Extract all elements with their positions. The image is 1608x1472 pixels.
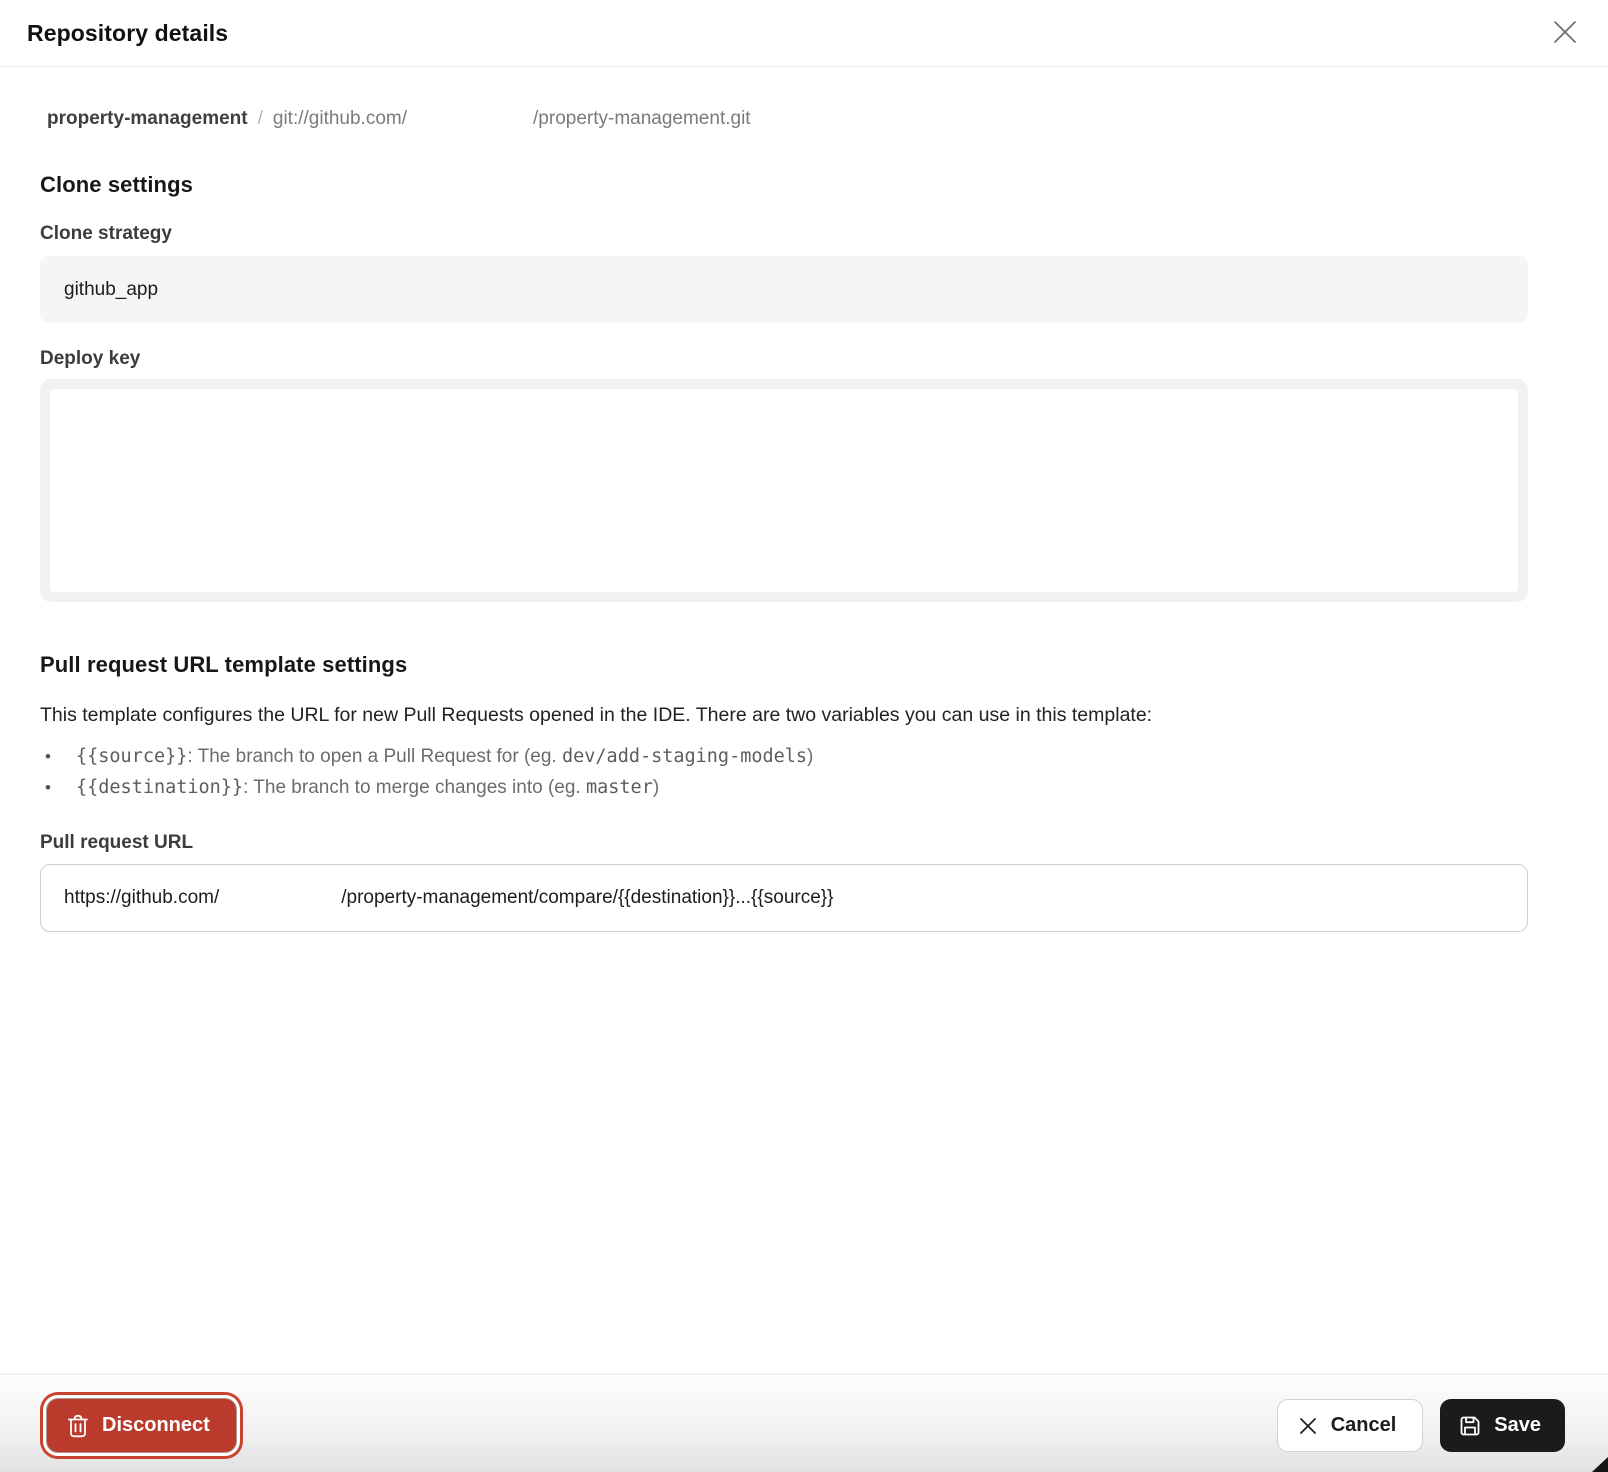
pr-variable-destination-suffix: )	[653, 777, 659, 798]
pr-variable-source-item: • {{source}}: The branch to open a Pull …	[40, 741, 1528, 772]
clone-strategy-label: Clone strategy	[40, 223, 1528, 245]
save-button-label: Save	[1494, 1414, 1541, 1437]
breadcrumb-git-url-suffix: /property-management.git	[533, 108, 751, 130]
breadcrumb: property-management / git://github.com/ …	[40, 67, 1528, 130]
clone-strategy-value: github_app	[64, 279, 158, 301]
cancel-button-label: Cancel	[1331, 1414, 1397, 1437]
pr-variable-destination-code: {{destination}}	[76, 777, 243, 798]
pr-variable-source-code: {{source}}	[76, 746, 187, 767]
pr-variable-source-example: dev/add-staging-models	[562, 746, 807, 767]
modal-header: Repository details	[0, 0, 1608, 67]
disconnect-button[interactable]: Disconnect	[47, 1399, 236, 1452]
pr-variable-source-suffix: )	[807, 746, 813, 767]
pr-template-variable-list: • {{source}}: The branch to open a Pull …	[40, 741, 1528, 803]
trash-icon	[67, 1414, 89, 1438]
pr-variable-source-text: : The branch to open a Pull Request for …	[187, 746, 562, 767]
disconnect-button-label: Disconnect	[102, 1414, 210, 1437]
cancel-x-icon	[1298, 1416, 1318, 1436]
pr-template-heading: Pull request URL template settings	[40, 652, 1528, 678]
deploy-key-frame	[40, 379, 1528, 602]
breadcrumb-git-url-prefix: git://github.com/	[273, 108, 407, 130]
bullet-icon: •	[45, 772, 59, 803]
footer-actions: Cancel Save	[1277, 1399, 1565, 1452]
save-floppy-icon	[1459, 1415, 1481, 1437]
cancel-button[interactable]: Cancel	[1277, 1399, 1424, 1452]
pr-variable-destination-example: master	[586, 777, 653, 798]
clone-settings-heading: Clone settings	[40, 172, 1528, 198]
modal-body: property-management / git://github.com/ …	[0, 67, 1608, 932]
breadcrumb-repo-name: property-management	[47, 108, 248, 130]
pr-url-value-prefix: https://github.com/	[64, 887, 219, 909]
deploy-key-label: Deploy key	[40, 348, 1528, 370]
close-icon	[1552, 19, 1578, 48]
modal-title: Repository details	[27, 20, 228, 47]
breadcrumb-separator: /	[258, 108, 263, 130]
pr-url-label: Pull request URL	[40, 832, 1528, 854]
bullet-icon: •	[45, 741, 59, 772]
pr-url-input[interactable]: https://github.com/ /property-management…	[40, 864, 1528, 932]
pr-variable-destination-item: • {{destination}}: The branch to merge c…	[40, 772, 1528, 803]
pr-template-description: This template configures the URL for new…	[40, 704, 1528, 727]
modal-footer: Disconnect Cancel Save	[0, 1374, 1608, 1472]
deploy-key-textarea[interactable]	[50, 389, 1518, 592]
pr-variable-destination-text: : The branch to merge changes into (eg.	[243, 777, 586, 798]
close-button[interactable]	[1549, 17, 1581, 49]
clone-strategy-field[interactable]: github_app	[40, 256, 1528, 323]
pr-url-value-suffix: /property-management/compare/{{destinati…	[341, 887, 833, 909]
save-button[interactable]: Save	[1440, 1399, 1565, 1452]
